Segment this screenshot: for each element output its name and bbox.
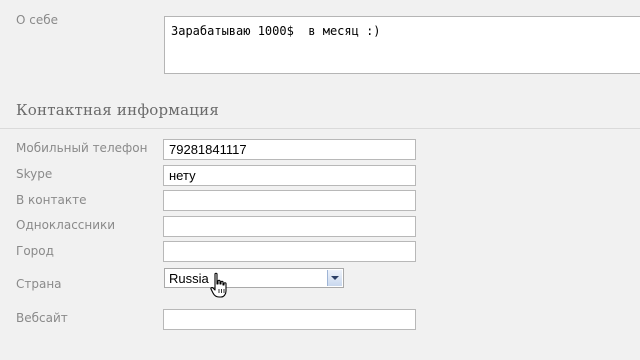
- mobile-label: Мобильный телефон: [16, 141, 148, 155]
- city-field[interactable]: [163, 241, 416, 262]
- section-divider: [0, 128, 640, 129]
- country-select-value: Russia: [169, 271, 209, 286]
- mobile-field[interactable]: 79281841117: [163, 139, 416, 160]
- skype-field[interactable]: нету: [163, 165, 416, 186]
- about-label: О себе: [16, 13, 59, 27]
- odnoklassniki-field[interactable]: [163, 216, 416, 237]
- about-textarea[interactable]: Зарабатываю 1000$ в месяц :): [164, 16, 640, 74]
- skype-label: Skype: [16, 167, 53, 181]
- hand-pointer-icon: [210, 272, 227, 298]
- profile-form-page: О себе Зарабатываю 1000$ в месяц :) Конт…: [0, 0, 640, 360]
- website-label: Вебсайт: [16, 311, 68, 325]
- country-label: Страна: [16, 277, 62, 291]
- website-field[interactable]: [163, 309, 416, 330]
- odnoklassniki-label: Одноклассники: [16, 218, 116, 232]
- city-label: Город: [16, 244, 54, 258]
- chevron-down-icon[interactable]: [327, 270, 342, 286]
- vkontakte-field[interactable]: [163, 190, 416, 211]
- contact-section-title: Контактная информация: [16, 101, 220, 119]
- country-select[interactable]: Russia: [164, 268, 344, 288]
- vkontakte-label: В контакте: [16, 193, 87, 207]
